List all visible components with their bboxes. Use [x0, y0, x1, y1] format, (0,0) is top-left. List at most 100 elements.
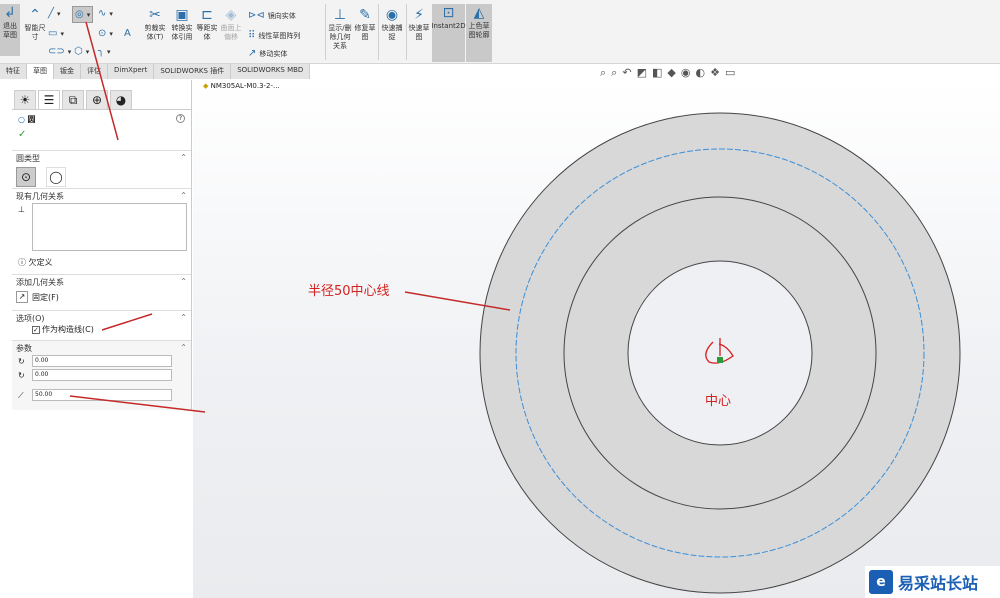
- heads-up-view-toolbar: ⌕⌕↶◩◧◆◉◐❖▭: [600, 66, 740, 80]
- fillet-tool[interactable]: ╮ ▾: [98, 46, 111, 57]
- offset-label: 等距实体: [196, 24, 218, 41]
- help-icon[interactable]: ?: [176, 114, 185, 123]
- trim-button[interactable]: ✂ 剪裁实体(T): [142, 6, 168, 42]
- fixed-relation-button[interactable]: ↗ 固定(F): [16, 291, 187, 303]
- origin-point[interactable]: [717, 357, 723, 363]
- repair-sketch-button[interactable]: ✎ 修复草图: [354, 6, 376, 42]
- linear-pattern-button[interactable]: ⠿ 线性草图阵列: [248, 30, 300, 41]
- instant2d-button[interactable]: ⊡ Instant2D: [431, 4, 466, 62]
- sketch-toolbar-strip: [0, 80, 12, 320]
- linear-pattern-label: 线性草图阵列: [258, 31, 301, 40]
- center-circle-button[interactable]: ⊙: [16, 167, 36, 187]
- tab-mbd[interactable]: SOLIDWORKS MBD: [231, 64, 311, 79]
- previous-view-icon[interactable]: ↶: [622, 66, 636, 79]
- collapse-icon[interactable]: ⌃: [180, 343, 187, 352]
- slot-icon: ⊂⊃: [48, 46, 65, 57]
- display-relations-label: 显示/删除几何关系: [328, 24, 352, 50]
- trim-label: 剪裁实体(T): [144, 24, 166, 41]
- polygon-tool[interactable]: ⬡ ▾: [74, 46, 89, 57]
- fillet-icon: ╮: [98, 46, 105, 57]
- scissors-icon: ✂: [149, 7, 161, 23]
- instant2d-label: Instant2D: [431, 22, 466, 30]
- tab-sheet-metal[interactable]: 钣金: [54, 64, 81, 79]
- fixed-label: 固定(F): [32, 292, 59, 302]
- view-orientation-icon[interactable]: ◧: [652, 66, 667, 79]
- center-y-input[interactable]: 0.00: [32, 369, 172, 381]
- construction-checkbox[interactable]: ✓ 作为构造线(C): [32, 324, 187, 335]
- text-tool[interactable]: A: [124, 28, 131, 39]
- collapse-icon[interactable]: ⌃: [180, 153, 187, 162]
- relations-list[interactable]: [32, 203, 187, 251]
- graphics-area[interactable]: ◆ NM305AL-M0.3-2-... 半径50中心线 中心: [193, 80, 1000, 598]
- rapid-sketch-icon: ⚡: [414, 7, 424, 23]
- appearance-icon[interactable]: ◐: [695, 66, 710, 79]
- pattern-icon: ⠿: [248, 30, 256, 41]
- quick-snap-button[interactable]: ◉ 快速捕捉: [380, 6, 404, 42]
- tab-addins[interactable]: SOLIDWORKS 插件: [154, 64, 232, 79]
- snap-icon: ◉: [385, 7, 399, 23]
- anchor-icon: ↗: [16, 291, 28, 303]
- display-style-icon[interactable]: ◆: [667, 66, 680, 79]
- info-icon: ⓘ: [18, 258, 26, 267]
- scene-icon[interactable]: ❖: [710, 66, 725, 79]
- display-manager-tab[interactable]: ◕: [110, 90, 132, 110]
- move-icon: ↗: [248, 48, 257, 59]
- rectangle-tool[interactable]: ▭ ▾: [48, 28, 64, 39]
- tab-evaluate[interactable]: 评估: [81, 64, 108, 79]
- zoom-area-icon[interactable]: ⌕: [611, 66, 622, 79]
- polygon-icon: ⬡: [74, 46, 83, 57]
- section-view-icon[interactable]: ◩: [637, 66, 652, 79]
- convert-entities-button[interactable]: ▣ 转换实体引用: [170, 6, 194, 42]
- ok-button[interactable]: ✓: [18, 129, 185, 140]
- relations-icon: ⊥: [333, 7, 347, 23]
- feature-tree-tab[interactable]: ☀: [14, 90, 36, 110]
- parameters-heading: 参数: [16, 344, 32, 353]
- property-manager-tab[interactable]: ☰: [38, 90, 60, 110]
- exit-sketch-label: 退出草图: [3, 22, 17, 39]
- dimxpert-tab[interactable]: ⊕: [86, 90, 108, 110]
- hide-show-icon[interactable]: ◉: [681, 66, 696, 79]
- surface-offset-button[interactable]: ◈ 曲面上偏移: [220, 6, 242, 42]
- view-settings-icon[interactable]: ▭: [725, 66, 740, 79]
- circle-tool[interactable]: ◎ ▾: [72, 6, 94, 23]
- line-tool[interactable]: ╱ ▾: [48, 8, 61, 19]
- spline-tool[interactable]: ∿ ▾: [98, 8, 113, 19]
- text-icon: A: [124, 28, 131, 39]
- centerline-annotation: 半径50中心线: [308, 284, 390, 299]
- instant2d-icon: ⊡: [442, 5, 455, 21]
- mirror-label: 镜向实体: [267, 11, 296, 20]
- tab-dimxpert[interactable]: DimXpert: [108, 64, 155, 79]
- collapse-icon[interactable]: ⌃: [180, 191, 187, 200]
- perimeter-circle-button[interactable]: ◯: [46, 167, 66, 187]
- rapid-sketch-label: 快速草图: [408, 24, 430, 41]
- move-button[interactable]: ↗ 移动实体: [248, 48, 287, 59]
- tab-features[interactable]: 特征: [0, 64, 27, 79]
- exit-sketch-button[interactable]: ↲ 退出草图: [0, 4, 20, 56]
- property-manager: ☀ ☰ ⧉ ⊕ ◕ ○ 圆 ? ✓ 圆类型 ⌃ ⊙ ◯ 现有几何关系 ⌃ ⊥ ⓘ 欠…: [12, 80, 192, 410]
- move-label: 移动实体: [259, 49, 288, 58]
- slot-tool[interactable]: ⊂⊃ ▾: [48, 46, 71, 57]
- collapse-icon[interactable]: ⌃: [180, 313, 187, 322]
- ellipse-tool[interactable]: ⊙ ▾: [98, 28, 113, 39]
- smart-dimension-button[interactable]: ⌃ 智能尺寸: [22, 6, 48, 42]
- circle-icon: ○: [18, 115, 25, 124]
- existing-relations-heading: 现有几何关系: [16, 192, 64, 201]
- cube-icon: ▣: [175, 7, 189, 23]
- add-relations-heading: 添加几何关系: [16, 278, 64, 287]
- construction-label: 作为构造线(C): [42, 325, 94, 334]
- center-y-icon: ↻: [18, 371, 25, 380]
- config-manager-tab[interactable]: ⧉: [62, 90, 84, 110]
- collapse-icon[interactable]: ⌃: [180, 277, 187, 286]
- zoom-fit-icon[interactable]: ⌕: [600, 66, 611, 79]
- offset-icon: ⊏: [201, 7, 213, 23]
- mirror-button[interactable]: ⊳⊲ 镜向实体: [248, 10, 296, 21]
- sketch-drawing: [404, 112, 961, 594]
- center-x-input[interactable]: 0.00: [32, 355, 172, 367]
- display-relations-button[interactable]: ⊥ 显示/删除几何关系: [328, 6, 352, 51]
- shaded-contour-button[interactable]: ◭ 上色草图轮廓: [466, 4, 492, 62]
- tab-sketch[interactable]: 草图: [27, 64, 54, 79]
- rapid-sketch-button[interactable]: ⚡ 快速草图: [408, 6, 430, 42]
- offset-button[interactable]: ⊏ 等距实体: [196, 6, 218, 42]
- circle-type-heading: 圆类型: [16, 154, 40, 163]
- radius-input[interactable]: 50.00: [32, 389, 172, 401]
